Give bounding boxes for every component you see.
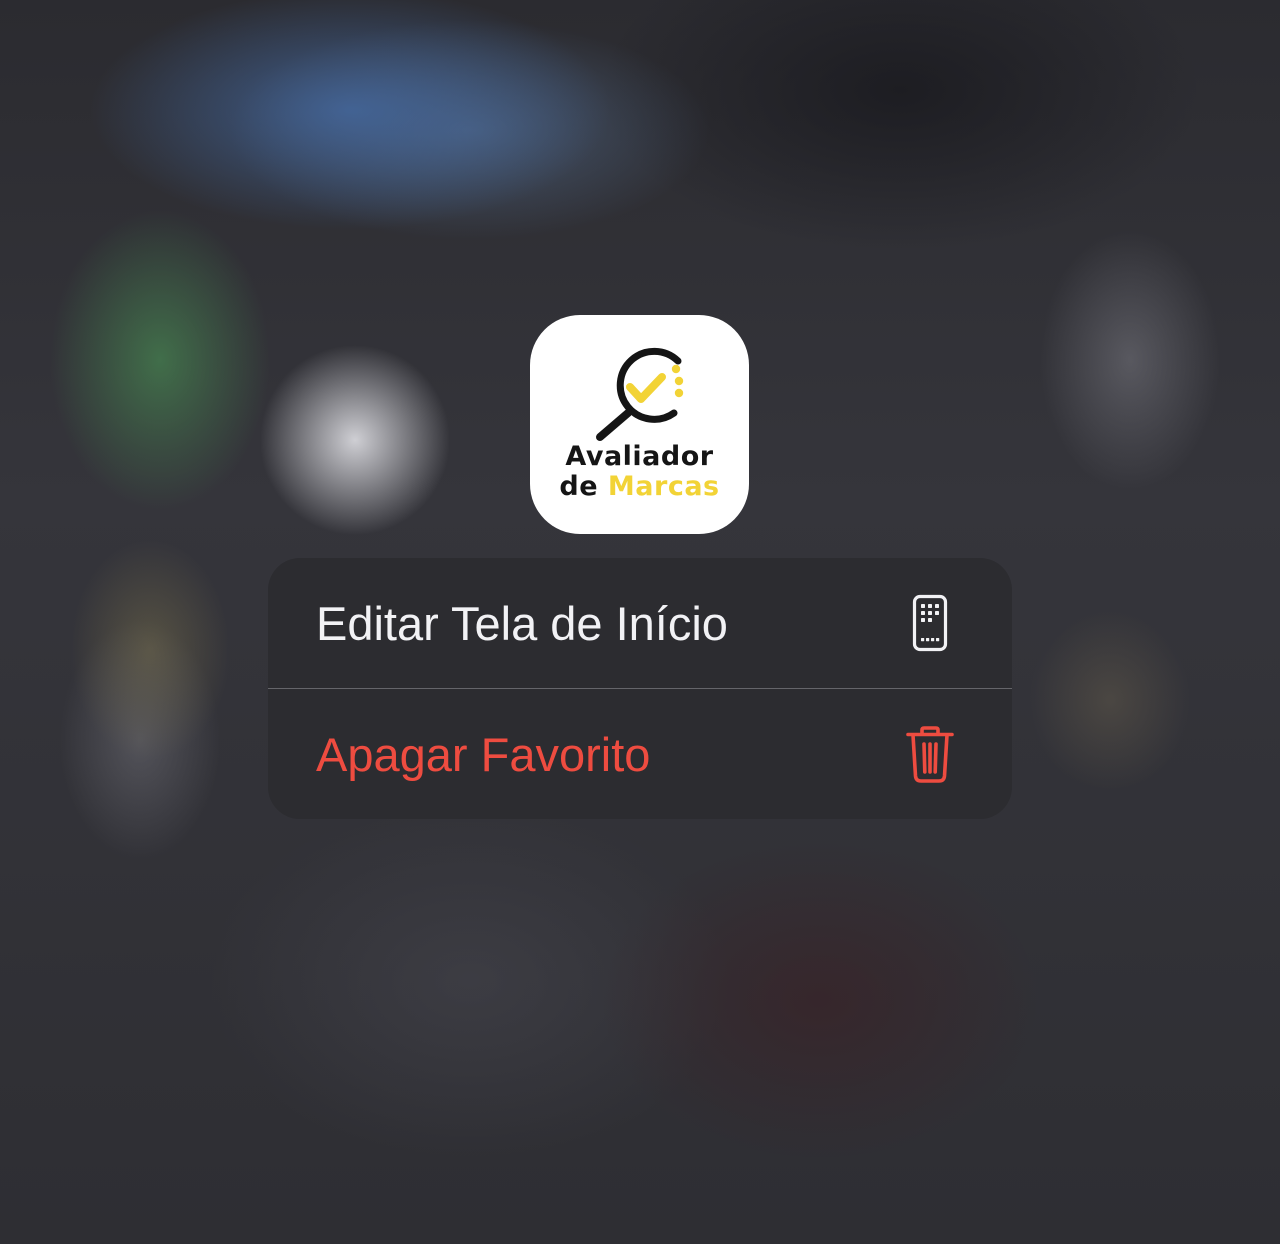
menu-item-delete-favorite[interactable]: Apagar Favorito — [268, 689, 1012, 819]
menu-item-edit-home-screen[interactable]: Editar Tela de Início — [268, 558, 1012, 688]
context-menu: Editar Tela de Início Apagar Favorito — [268, 558, 1012, 819]
trash-icon — [906, 726, 954, 783]
app-name-line-2: de Marcas — [530, 471, 749, 502]
blurred-home-screen-background: Avaliador de Marcas Editar Tela de Iníci… — [0, 0, 1280, 1244]
menu-item-delete-favorite-label: Apagar Favorito — [316, 728, 651, 781]
app-name-word-de: de — [559, 471, 599, 502]
menu-item-edit-home-screen-label: Editar Tela de Início — [316, 597, 728, 650]
home-screen-phone-icon — [912, 594, 948, 652]
app-name-word-marcas: Marcas — [607, 471, 720, 502]
app-icon-avaliador-de-marcas[interactable]: Avaliador de Marcas — [530, 315, 749, 534]
app-name-line-1: Avaliador — [565, 441, 714, 472]
